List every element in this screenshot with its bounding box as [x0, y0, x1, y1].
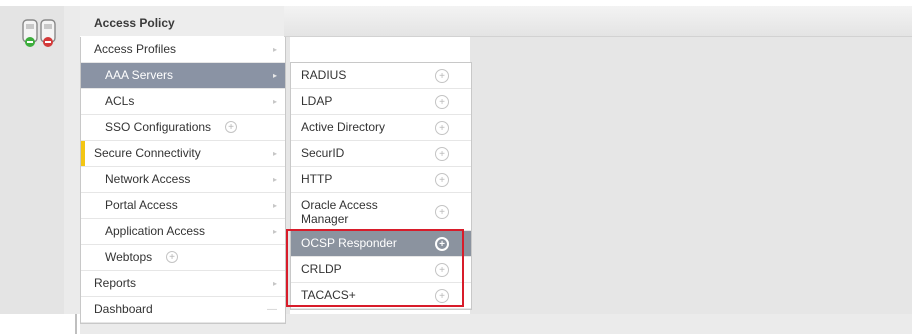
menu-item-label: Reports — [94, 276, 137, 290]
section-marker — [81, 141, 85, 166]
submenu-item-securid[interactable]: SecurID + — [291, 141, 471, 167]
add-circle-icon[interactable]: + — [435, 121, 449, 135]
chevron-right-icon: ▸ — [272, 279, 277, 288]
menu-item-secure-connectivity[interactable]: Secure Connectivity ▸ — [81, 141, 285, 167]
add-circle-icon[interactable]: + — [225, 121, 237, 133]
submenu-item-label: RADIUS — [301, 68, 347, 82]
menu-item-application-access[interactable]: Application Access ▸ — [81, 219, 285, 245]
menu-item-webtops[interactable]: Webtops + — [81, 245, 285, 271]
chevron-right-icon: ▸ — [272, 175, 277, 184]
pin-icon[interactable]: ― — [267, 297, 277, 322]
chevron-right-icon: ▸ — [272, 71, 277, 80]
chevron-right-icon: ▸ — [272, 97, 277, 106]
menu-item-label: Application Access — [105, 224, 206, 238]
add-circle-icon[interactable]: + — [435, 95, 449, 109]
menu-item-reports[interactable]: Reports ▸ — [81, 271, 285, 297]
submenu-item-active-directory[interactable]: Active Directory + — [291, 115, 471, 141]
menu-item-access-profiles[interactable]: Access Profiles ▸ — [81, 37, 285, 63]
submenu-item-ldap[interactable]: LDAP + — [291, 89, 471, 115]
menu-item-label: Secure Connectivity — [94, 146, 201, 160]
left-panel — [0, 6, 64, 314]
menu-item-label: Portal Access — [105, 198, 178, 212]
submenu-item-label: LDAP — [301, 94, 333, 108]
submenu-item-label: Oracle Access Manager — [301, 198, 378, 226]
highlight-box — [286, 229, 464, 307]
add-circle-icon[interactable]: + — [435, 147, 449, 161]
bottom-divider — [75, 314, 77, 334]
add-circle-icon[interactable]: + — [435, 173, 449, 187]
menu-item-label: Network Access — [105, 172, 191, 186]
menu-item-aaa-servers[interactable]: AAA Servers ▸ — [81, 63, 285, 89]
left-divider-panel — [64, 6, 80, 314]
status-app-icon[interactable] — [20, 18, 60, 50]
menu-item-dashboard[interactable]: Dashboard ― — [81, 297, 285, 323]
access-policy-menu: Access Profiles ▸ AAA Servers ▸ ACLs ▸ SSO Con… — [80, 37, 286, 324]
submenu-item-label: SecurID — [301, 146, 345, 160]
chevron-right-icon: ▸ — [272, 201, 277, 210]
submenu-item-radius[interactable]: RADIUS + — [291, 63, 471, 89]
page-title: Access Policy — [94, 16, 175, 30]
menu-item-label: ACLs — [105, 94, 135, 108]
add-circle-icon[interactable]: + — [435, 69, 449, 83]
menu-item-acls[interactable]: ACLs ▸ — [81, 89, 285, 115]
menu-item-label: Webtops — [105, 250, 153, 264]
menu-item-label: Access Profiles — [94, 42, 177, 56]
chevron-right-icon: ▸ — [272, 149, 277, 158]
add-circle-icon[interactable]: + — [166, 251, 178, 263]
submenu-item-label: Active Directory — [301, 120, 386, 134]
menu-item-sso-configurations[interactable]: SSO Configurations + — [81, 115, 285, 141]
bottom-left — [0, 314, 64, 334]
menu-item-label: Dashboard — [94, 302, 153, 316]
menu-item-label: AAA Servers — [105, 68, 174, 82]
menu-item-network-access[interactable]: Network Access ▸ — [81, 167, 285, 193]
menu-item-portal-access[interactable]: Portal Access ▸ — [81, 193, 285, 219]
header-bar — [284, 6, 912, 37]
chevron-right-icon: ▸ — [272, 45, 277, 54]
chevron-right-icon: ▸ — [272, 227, 277, 236]
submenu-item-http[interactable]: HTTP + — [291, 167, 471, 193]
add-circle-icon[interactable]: + — [435, 205, 449, 219]
submenu-item-oracle-access-manager[interactable]: Oracle Access Manager + — [291, 193, 471, 231]
menu-item-label: SSO Configurations — [105, 120, 212, 134]
content-area — [470, 37, 912, 314]
submenu-item-label: HTTP — [301, 172, 333, 186]
